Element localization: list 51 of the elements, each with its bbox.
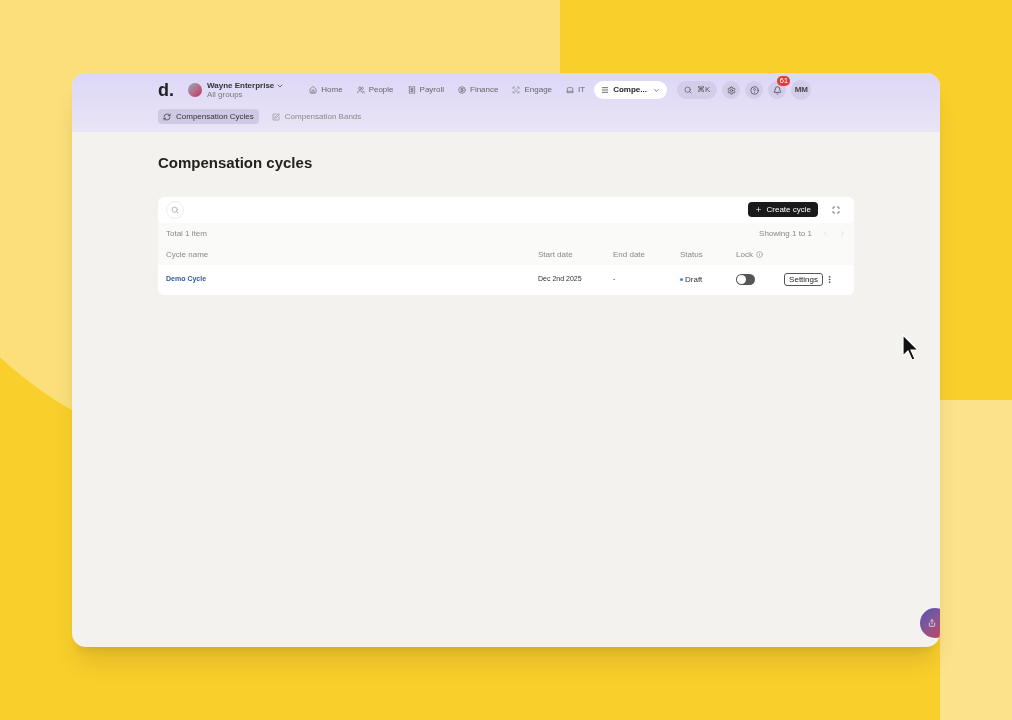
mouse-cursor-icon [902,334,920,362]
dollar-icon [458,86,466,94]
avatar[interactable]: MM [791,80,812,100]
logo[interactable]: d. [158,76,174,104]
sub-tab[interactable]: Compensation Cycles [158,109,259,124]
page-title: Compensation cycles [158,153,314,173]
nav-tab[interactable]: People [351,81,399,99]
notification-badge: 61 [777,76,791,86]
bell-icon [772,85,782,95]
laptop-icon [566,86,575,94]
nav-tab[interactable]: Payroll [402,81,449,99]
org-avatar-icon [188,83,202,97]
total-count: Total 1 item [166,227,207,240]
people-icon [356,86,365,94]
column-header: End date [613,248,646,261]
settings-button[interactable]: Settings [784,273,823,286]
home-icon [309,86,318,94]
column-header: Lock [736,248,753,261]
search-button[interactable]: ⌘K [676,81,718,99]
nav-tab[interactable]: IT [561,81,591,99]
help-icon [749,85,759,95]
settings-icon [726,85,736,95]
search-icon [683,86,692,94]
nav-tab[interactable]: Home [304,81,348,99]
settings-button[interactable] [722,81,741,99]
share-icon [928,619,936,627]
info-icon [755,251,763,258]
chevron-icon [652,86,660,94]
pagination-info: Showing 1 to 1 [759,227,812,240]
plus-icon [754,206,762,213]
refresh-icon [163,112,171,121]
lock-toggle[interactable] [736,274,755,285]
edit-icon [271,112,280,121]
column-header: Start date [538,248,573,261]
nav-tab[interactable]: Compe... [594,81,667,99]
receipt-icon [407,86,416,94]
create-cycle-button[interactable]: Create cycle [747,202,818,217]
org-subtitle: All groups [207,90,243,99]
more-icon[interactable] [825,275,834,284]
column-header: Status [680,248,703,261]
status-label: Draft [685,273,703,286]
nav-tab[interactable]: Finance [453,81,504,99]
help-button[interactable] [745,81,764,99]
face-scan-icon [512,86,521,94]
org-name[interactable]: Wayne Enterprise [207,81,275,90]
menu-icon [601,86,610,94]
search-icon [171,205,179,214]
fullscreen-icon[interactable] [832,205,840,214]
column-header: Cycle name [166,248,209,261]
nav-tab[interactable]: Engage [507,81,558,99]
notifications-button[interactable] [768,81,787,99]
